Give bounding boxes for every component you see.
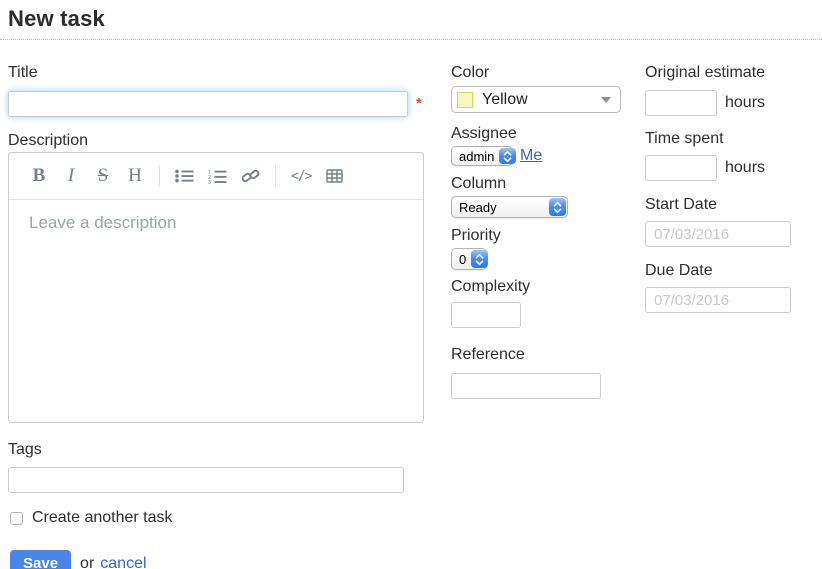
page-title: New task [8, 6, 822, 32]
time-spent-input[interactable] [645, 155, 717, 181]
description-label: Description [8, 131, 440, 150]
middle-column: Color Yellow Assignee admin Me Column Re… [451, 63, 641, 399]
tags-input[interactable] [8, 467, 404, 493]
strikethrough-button[interactable]: S [94, 163, 112, 189]
color-label: Color [451, 63, 641, 82]
italic-button[interactable]: I [62, 163, 80, 189]
link-button[interactable] [241, 163, 260, 189]
right-column: Original estimate hours Time spent hours… [645, 63, 822, 313]
original-estimate-row: hours [645, 90, 822, 116]
create-another-label: Create another task [32, 509, 173, 527]
form-actions: Save or cancel [8, 550, 440, 569]
ordered-list-icon: 1 2 3 [208, 169, 227, 184]
editor-toolbar: B I S H 1 2 [9, 153, 423, 200]
left-column: Title * Description B I S H [8, 63, 440, 569]
description-textarea[interactable] [9, 200, 423, 420]
svg-text:3: 3 [208, 180, 211, 184]
required-asterisk: * [416, 95, 422, 112]
bold-icon: B [33, 165, 46, 187]
unordered-list-button[interactable] [175, 163, 194, 189]
select-stepper-icon [471, 250, 488, 268]
original-estimate-label: Original estimate [645, 63, 822, 82]
save-button[interactable]: Save [10, 550, 71, 569]
code-button[interactable]: </> [291, 163, 311, 189]
color-swatch-icon [457, 92, 473, 108]
bold-button[interactable]: B [30, 163, 48, 189]
strikethrough-icon: S [98, 165, 109, 187]
create-another-row: Create another task [8, 509, 440, 527]
assignee-label: Assignee [451, 124, 641, 143]
column-label: Column [451, 174, 641, 193]
table-button[interactable] [325, 163, 343, 189]
toolbar-divider [159, 165, 160, 187]
priority-selected-value: 0 [452, 252, 470, 267]
assignee-row: admin Me [451, 146, 641, 166]
title-label: Title [8, 63, 440, 82]
original-estimate-suffix: hours [725, 94, 765, 112]
or-text: or [80, 555, 94, 569]
select-stepper-icon [549, 198, 566, 216]
code-icon: </> [291, 169, 311, 184]
select-stepper-icon [499, 148, 516, 164]
title-input[interactable] [8, 91, 408, 117]
original-estimate-input[interactable] [645, 90, 717, 116]
time-spent-label: Time spent [645, 129, 822, 148]
color-selected-value: Yellow [482, 91, 528, 109]
chevron-down-icon [601, 97, 611, 103]
unordered-list-icon [175, 169, 194, 183]
ordered-list-button[interactable]: 1 2 3 [208, 163, 227, 189]
due-date-label: Due Date [645, 261, 822, 280]
color-dropdown[interactable]: Yellow [451, 86, 621, 113]
start-date-label: Start Date [645, 195, 822, 214]
tags-label: Tags [8, 440, 440, 459]
create-another-checkbox[interactable] [10, 512, 23, 525]
heading-icon: H [128, 165, 142, 187]
priority-label: Priority [451, 226, 641, 245]
time-spent-row: hours [645, 155, 822, 181]
title-row: * [8, 91, 440, 118]
assignee-selected-value: admin [452, 149, 498, 164]
table-icon [326, 169, 343, 183]
column-select[interactable]: Ready [451, 196, 568, 218]
priority-select[interactable]: 0 [451, 248, 487, 270]
complexity-label: Complexity [451, 277, 641, 296]
italic-icon: I [68, 165, 74, 187]
assignee-select[interactable]: admin [451, 146, 513, 166]
description-editor: B I S H 1 2 [8, 152, 424, 423]
column-selected-value: Ready [452, 200, 548, 215]
reference-input[interactable] [451, 373, 601, 399]
heading-button[interactable]: H [126, 163, 144, 189]
reference-label: Reference [451, 345, 641, 364]
me-link[interactable]: Me [520, 147, 542, 165]
start-date-input[interactable] [645, 221, 791, 247]
due-date-input[interactable] [645, 287, 791, 313]
complexity-input[interactable] [451, 302, 521, 328]
cancel-link[interactable]: cancel [100, 555, 146, 569]
link-icon [241, 167, 260, 185]
page-header: New task [0, 0, 822, 40]
time-spent-suffix: hours [725, 159, 765, 177]
toolbar-divider [275, 165, 276, 187]
